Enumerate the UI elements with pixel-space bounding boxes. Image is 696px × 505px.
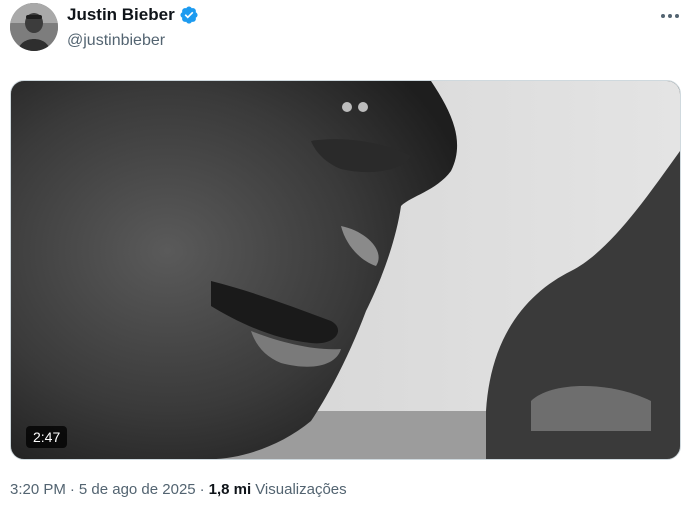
- meta-separator: ·: [199, 481, 205, 498]
- video-duration-badge: 2:47: [26, 426, 68, 448]
- author-name-row: Justin Bieber: [67, 4, 199, 26]
- views-count[interactable]: 1,8 mi: [209, 481, 252, 498]
- views-label[interactable]: Visualizações: [255, 481, 346, 498]
- avatar[interactable]: [10, 3, 58, 51]
- author-handle[interactable]: @justinbieber: [67, 31, 199, 51]
- author-display-name[interactable]: Justin Bieber: [67, 4, 175, 26]
- meta-separator: ·: [69, 481, 75, 498]
- avatar-image: [10, 3, 58, 51]
- verified-badge-icon[interactable]: [179, 5, 199, 25]
- more-horizontal-icon: [661, 14, 679, 18]
- video-thumbnail: [11, 81, 680, 459]
- tweet-time[interactable]: 3:20 PM: [10, 481, 66, 498]
- more-options-button[interactable]: [658, 6, 682, 26]
- tweet-meta: 3:20 PM · 5 de ago de 2025 · 1,8 mi Visualiza…: [10, 480, 347, 500]
- author-block: Justin Bieber @justinbieber: [67, 4, 199, 51]
- tweet-date[interactable]: 5 de ago de 2025: [79, 481, 196, 498]
- video-player[interactable]: 2:47: [10, 80, 681, 460]
- tweet: Justin Bieber @justinbieber 2:47 3:20 PM…: [0, 0, 696, 505]
